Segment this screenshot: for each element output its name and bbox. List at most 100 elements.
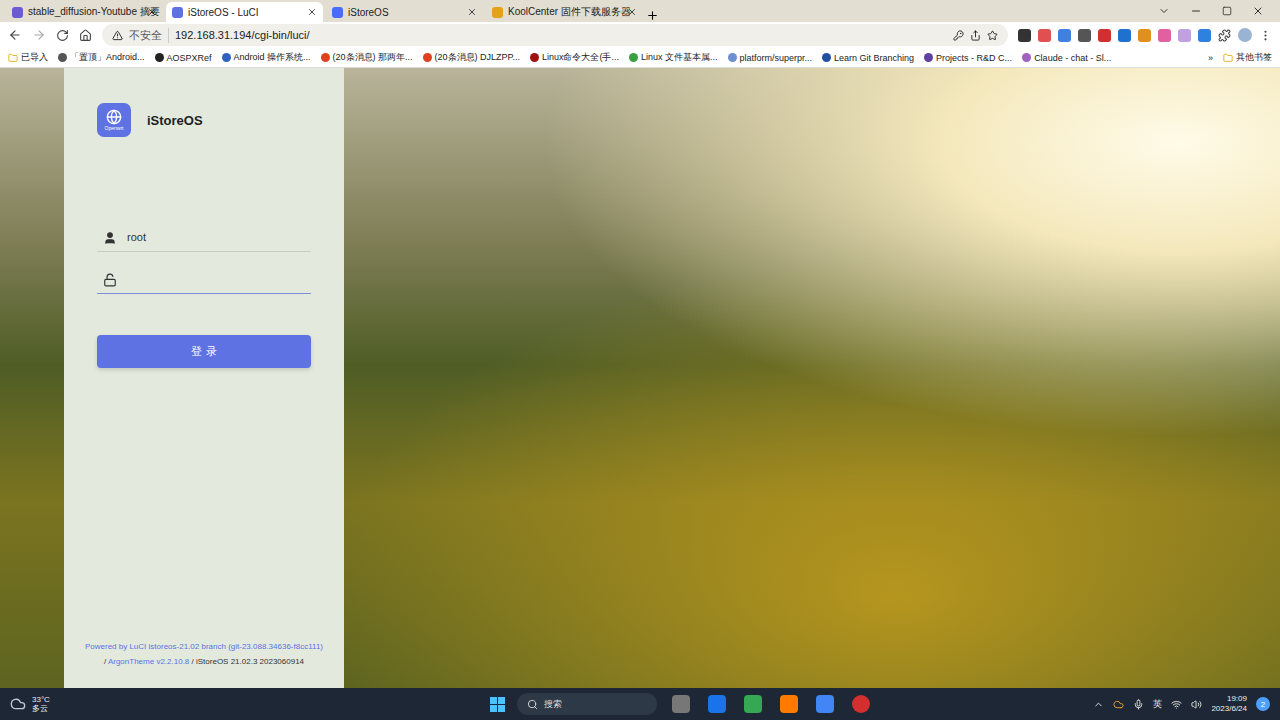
extension-icon[interactable] [1198, 29, 1211, 42]
app-icon[interactable] [816, 695, 834, 713]
brand-name: iStoreOS [147, 113, 203, 128]
new-tab-icon[interactable] [646, 9, 659, 22]
favicon-icon [492, 7, 503, 18]
browser-tab[interactable]: KoolCenter 固件下载服务器 [486, 2, 643, 22]
login-form: root [97, 228, 311, 294]
minimize-icon[interactable] [1190, 5, 1202, 17]
notification-badge[interactable]: 2 [1256, 697, 1270, 711]
bookmark[interactable]: Linux 文件基本属... [629, 51, 718, 64]
bookmarks-right: » 其他书签 [1208, 51, 1272, 64]
close-window-icon[interactable] [1252, 5, 1264, 17]
bookmark-icon [924, 53, 933, 62]
bookmark-icon [321, 53, 330, 62]
extensions [1018, 28, 1272, 42]
volume-icon[interactable] [1191, 699, 1202, 710]
other-bookmarks[interactable]: 其他书签 [1223, 51, 1272, 64]
reload-icon[interactable] [56, 29, 69, 42]
bookmark[interactable]: platform/superpr... [728, 53, 813, 63]
extension-icon[interactable] [1038, 29, 1051, 42]
bookmark[interactable]: Learn Git Branching [822, 53, 914, 63]
folder-icon [1223, 53, 1233, 63]
extension-icon[interactable] [1098, 29, 1111, 42]
tray-expand-icon[interactable] [1093, 699, 1104, 710]
user-icon [103, 231, 117, 245]
forward-icon[interactable] [32, 28, 46, 42]
back-icon[interactable] [8, 28, 22, 42]
onedrive-icon[interactable] [1113, 699, 1124, 710]
footer-text: / [104, 657, 108, 666]
folder-icon [8, 53, 18, 63]
share-icon[interactable] [970, 30, 981, 41]
system-tray: 英 19:092023/6/24 2 [1093, 694, 1270, 714]
bookmark[interactable]: 「置顶」Android... [58, 51, 145, 64]
close-icon[interactable] [307, 7, 317, 17]
extension-icon[interactable] [1118, 29, 1131, 42]
footer-text: / iStoreOS 21.02.3 2023060914 [189, 657, 304, 666]
network-icon[interactable] [1171, 699, 1182, 710]
bookmark[interactable]: (20条消息) 那两年... [321, 51, 413, 64]
menu-icon[interactable] [1259, 29, 1272, 42]
bookmark[interactable]: 已导入 [8, 51, 48, 64]
tab-label: iStoreOS [348, 7, 462, 18]
address-bar[interactable]: 不安全192.168.31.194/cgi-bin/luci/ [102, 24, 1008, 46]
bookmark[interactable]: Claude - chat - Sl... [1022, 53, 1111, 63]
bookmark[interactable]: (20条消息) DJLZPP... [423, 51, 520, 64]
bookmark-icon [728, 53, 737, 62]
taskbar-search[interactable]: 搜索 [517, 693, 657, 715]
screen: stable_diffusion-Youtube 摘要 iStoreOS - Lu… [0, 0, 1280, 720]
input-method[interactable]: 英 [1153, 698, 1162, 711]
extension-icon[interactable] [1178, 29, 1191, 42]
browser-tab[interactable]: iStoreOS - LuCI [166, 2, 323, 22]
footer-line: Powered by LuCI istoreos-21.02 branch (g… [74, 642, 334, 651]
more-bookmarks[interactable]: » [1208, 53, 1213, 63]
close-icon[interactable] [467, 7, 477, 17]
browser-tab[interactable]: stable_diffusion-Youtube 摘要 [6, 2, 163, 22]
clock[interactable]: 19:092023/6/24 [1211, 694, 1247, 714]
mic-icon[interactable] [1133, 699, 1144, 710]
extension-icon[interactable] [1078, 29, 1091, 42]
warning-icon [112, 30, 123, 41]
extension-icon[interactable] [1018, 29, 1031, 42]
login-button[interactable]: 登 录 [97, 335, 311, 368]
footer-link[interactable]: Powered by LuCI istoreos-21.02 branch (g… [85, 642, 323, 651]
toolbar: 不安全192.168.31.194/cgi-bin/luci/ [0, 22, 1280, 48]
app-icon[interactable] [852, 695, 870, 713]
extension-icon[interactable] [1058, 29, 1071, 42]
key-icon[interactable] [953, 30, 964, 41]
puzzle-icon[interactable] [1218, 29, 1231, 42]
taskbar: 33°C多云 搜索 英 19:092023/6/24 2 [0, 688, 1280, 720]
start-icon[interactable] [490, 697, 505, 712]
app-icon[interactable] [708, 695, 726, 713]
bookmark[interactable]: AOSPXRef [155, 53, 212, 63]
app-icon[interactable] [672, 695, 690, 713]
star-icon[interactable] [987, 30, 998, 41]
close-icon[interactable] [147, 7, 157, 17]
tab-label: iStoreOS - LuCI [188, 7, 302, 18]
home-icon[interactable] [79, 29, 92, 42]
bookmark-icon [530, 53, 539, 62]
bookmark-icon [58, 53, 67, 62]
app-icon[interactable] [780, 695, 798, 713]
extension-icon[interactable] [1138, 29, 1151, 42]
bookmark[interactable]: Android 操作系统... [222, 51, 311, 64]
avatar-icon[interactable] [1238, 28, 1252, 42]
close-icon[interactable] [627, 7, 637, 17]
page: OpenwrtiStoreOSroot登 录Powered by LuCI is… [0, 68, 1280, 688]
taskbar-apps: 搜索 [270, 693, 1093, 715]
bookmark-icon [822, 53, 831, 62]
weather-widget[interactable]: 33°C多云 [10, 695, 210, 713]
app-icon[interactable] [744, 695, 762, 713]
browser-tab[interactable]: iStoreOS [326, 2, 483, 22]
window-controls [1142, 0, 1280, 22]
bookmark-icon [629, 53, 638, 62]
restore-icon[interactable] [1222, 6, 1232, 16]
bookmark[interactable]: Projects - R&D C... [924, 53, 1012, 63]
tab-strip: stable_diffusion-Youtube 摘要 iStoreOS - Lu… [0, 0, 1280, 22]
tab-search-icon[interactable] [1158, 5, 1170, 17]
bookmark[interactable]: Linux命令大全(手... [530, 51, 619, 64]
bookmark-icon [155, 53, 164, 62]
input-field[interactable] [97, 270, 311, 294]
input-field[interactable]: root [97, 228, 311, 252]
extension-icon[interactable] [1158, 29, 1171, 42]
footer-link[interactable]: ArgonTheme v2.2.10.8 [108, 657, 189, 666]
